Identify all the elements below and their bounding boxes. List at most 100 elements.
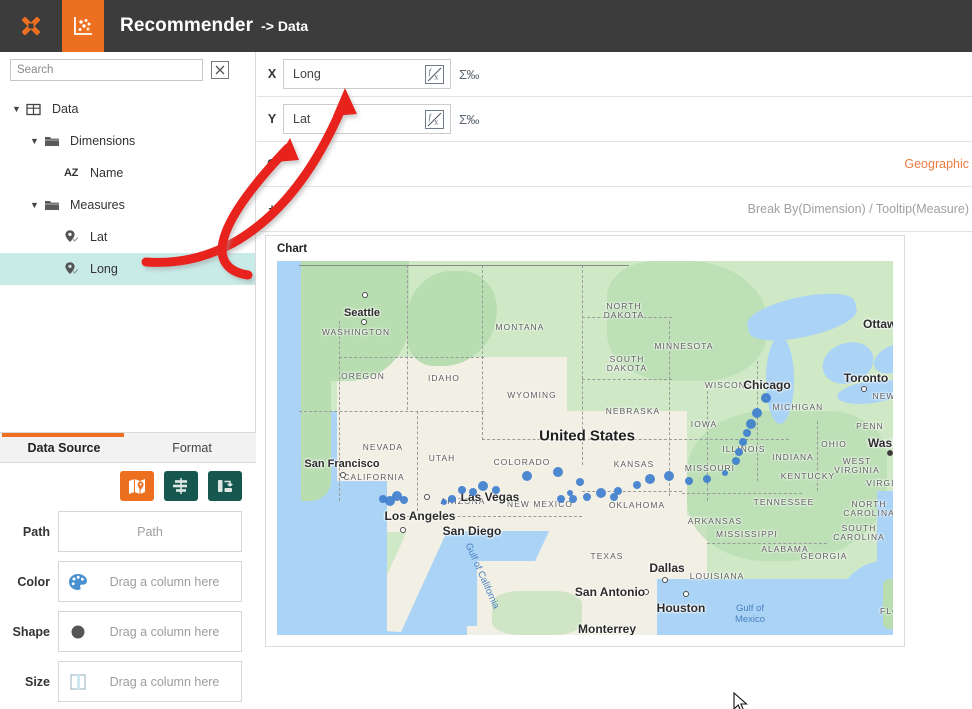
map-data-point[interactable] — [557, 495, 565, 503]
search-input[interactable] — [10, 59, 203, 81]
path-dropzone[interactable]: Path — [58, 511, 242, 552]
tab-format[interactable]: Format — [128, 433, 256, 462]
search-row — [0, 52, 255, 87]
map-data-point[interactable] — [685, 477, 693, 485]
map-data-point[interactable] — [645, 474, 655, 484]
field-tree: ▼ Data ▼ Dimensions AZ Name ▼ Measures L… — [0, 87, 255, 285]
tree-node-measures[interactable]: ▼ Measures — [0, 189, 255, 221]
map-data-point[interactable] — [735, 448, 743, 456]
state-label: UTAH — [428, 453, 456, 463]
map-data-point[interactable] — [441, 499, 447, 505]
map-data-point[interactable] — [583, 493, 591, 501]
state-label: IOWA — [690, 419, 718, 429]
map-data-point[interactable] — [458, 486, 466, 494]
map-data-point[interactable] — [633, 481, 641, 489]
state-label: COLORADO — [493, 457, 551, 467]
map-visualization[interactable]: United States WASHINGTON MONTANA NORTH DA… — [277, 261, 893, 635]
horizontal-bars-chart-type-button[interactable] — [164, 471, 198, 501]
state-label: MICHIGAN — [772, 402, 824, 412]
state-label: VIRGINIA — [866, 478, 893, 488]
map-data-point[interactable] — [703, 475, 711, 483]
map-data-point[interactable] — [746, 419, 756, 429]
tree-node-lat[interactable]: ▼ Lat — [0, 221, 255, 253]
map-data-point[interactable] — [596, 488, 606, 498]
scatter-chart-icon[interactable] — [62, 0, 104, 52]
map-chart-type-button[interactable] — [120, 471, 154, 501]
map-data-point[interactable] — [743, 429, 751, 437]
state-border — [582, 379, 672, 380]
shelf-g[interactable]: G Geographic — [257, 142, 972, 187]
map-data-point[interactable] — [400, 496, 408, 504]
city-dot — [362, 292, 368, 298]
map-data-point[interactable] — [379, 495, 387, 503]
encoding-label: Size — [24, 674, 50, 689]
shelf-letter: X — [267, 67, 277, 81]
map-data-point[interactable] — [448, 495, 456, 503]
map-data-point[interactable] — [569, 495, 577, 503]
map-data-point[interactable] — [761, 393, 771, 403]
size-dropzone[interactable]: Drag a column here — [58, 661, 242, 702]
map-data-point[interactable] — [478, 481, 488, 491]
flow-chart-type-button[interactable] — [208, 471, 242, 501]
field-pill-x[interactable]: Long f x — [283, 59, 451, 89]
shelf-y[interactable]: Y Lat f x Σ‰ — [257, 97, 972, 142]
state-label: OKLAHOMA — [608, 500, 666, 510]
state-label: WASHINGTON — [321, 327, 391, 337]
aggregate-icon[interactable]: Σ‰ — [459, 112, 480, 127]
map-data-point[interactable] — [732, 457, 740, 465]
city-dot-capital — [887, 450, 893, 456]
city-label: Monterrey — [577, 622, 637, 635]
map-data-point[interactable] — [492, 486, 500, 494]
tab-data-source[interactable]: Data Source — [0, 433, 128, 462]
state-label: WEST VIRGINIA — [834, 456, 880, 475]
state-label: OHIO — [821, 439, 847, 449]
map-data-point[interactable] — [553, 467, 563, 477]
chart-panel: Chart United States WASHINGTON MONTANA N… — [265, 235, 905, 647]
city-label: Los Angeles — [384, 509, 456, 523]
encoding-row-path: Path Path — [0, 511, 256, 552]
encoding-shelves: X Long f x Σ‰ Y Lat f x Σ‰ G Geographic … — [257, 52, 972, 232]
shelf-add[interactable]: + Break By(Dimension) / Tooltip(Measure) — [257, 187, 972, 232]
map-data-point[interactable] — [752, 408, 762, 418]
map-data-point[interactable] — [576, 478, 584, 486]
state-label: GEORGIA — [800, 551, 848, 561]
field-pill-y[interactable]: Lat f x — [283, 104, 451, 134]
state-label: ARKANSAS — [687, 516, 743, 526]
chevron-down-icon[interactable]: ▼ — [30, 136, 44, 146]
tree-node-dimensions[interactable]: ▼ Dimensions — [0, 125, 255, 157]
map-data-point[interactable] — [739, 438, 747, 446]
tree-node-long[interactable]: ▼ Long — [0, 253, 255, 285]
design-tools-icon[interactable] — [0, 0, 62, 52]
map-data-point[interactable] — [722, 470, 728, 476]
aggregate-icon[interactable]: Σ‰ — [459, 67, 480, 82]
top-bar: Recommender -> Data — [0, 0, 972, 52]
map-data-point[interactable] — [664, 471, 674, 481]
encoding-placeholder: Drag a column here — [109, 624, 220, 639]
svg-text:f: f — [429, 112, 433, 121]
clear-search-button[interactable] — [211, 61, 229, 79]
map-data-point[interactable] — [469, 488, 477, 496]
chevron-down-icon[interactable]: ▼ — [12, 104, 26, 114]
color-dropzone[interactable]: Drag a column here — [58, 561, 242, 602]
tree-node-data[interactable]: ▼ Data — [0, 93, 255, 125]
fx-disabled-icon[interactable]: f x — [425, 64, 444, 84]
map-data-point[interactable] — [522, 471, 532, 481]
city-dot — [361, 319, 367, 325]
map-data-point[interactable] — [614, 487, 622, 495]
state-label: MINNESOTA — [654, 341, 714, 351]
shelf-x[interactable]: X Long f x Σ‰ — [257, 52, 972, 97]
state-border — [669, 439, 789, 440]
tree-node-name[interactable]: ▼ AZ Name — [0, 157, 255, 189]
encoding-label: Path — [22, 524, 50, 539]
state-label: SOUTH CAROLINA — [833, 523, 885, 542]
title-main: Recommender — [120, 15, 254, 36]
geographic-hint: Geographic — [904, 157, 969, 171]
shelf-letter: G — [267, 157, 277, 171]
state-label: FLORIDA — [880, 606, 893, 616]
fx-disabled-icon[interactable]: f x — [425, 109, 444, 129]
state-label: LOUISIANA — [689, 571, 745, 581]
chevron-down-icon[interactable]: ▼ — [30, 200, 44, 210]
canada-border — [299, 265, 629, 266]
folder-icon — [44, 134, 66, 148]
shape-dropzone[interactable]: Drag a column here — [58, 611, 242, 652]
